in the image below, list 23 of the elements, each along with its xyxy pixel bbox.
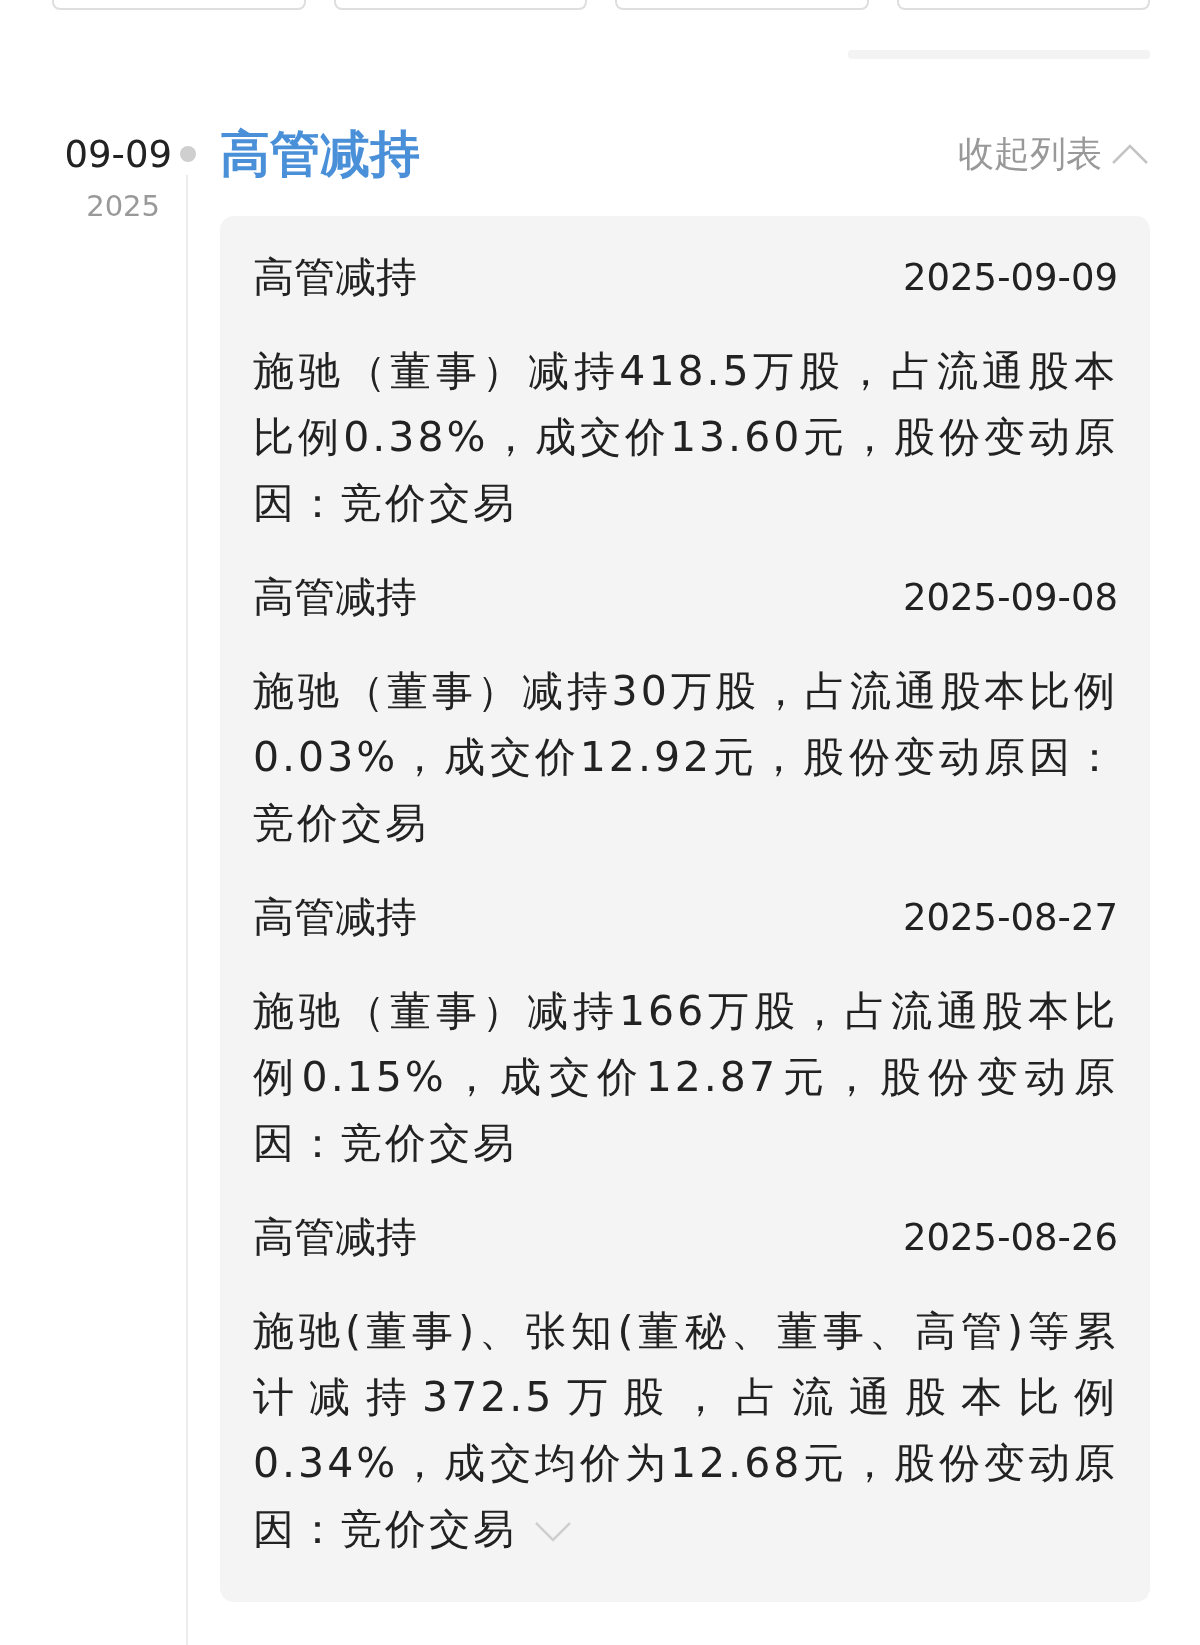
group-title: 高管减持 bbox=[220, 123, 420, 185]
chevron-down-icon[interactable] bbox=[533, 1520, 573, 1544]
record-description: 施驰（董事）减持418.5万股，占流通股本比例0.38%，成交价13.60元，股份变动原因：竞价交易 bbox=[253, 346, 1118, 529]
filter-button[interactable] bbox=[896, 0, 1150, 10]
record-date: 2025-09-09 bbox=[902, 255, 1118, 299]
filter-button[interactable] bbox=[615, 0, 869, 10]
record-date: 2025-08-27 bbox=[902, 895, 1118, 939]
chevron-up-icon bbox=[1110, 142, 1150, 166]
record-title: 高管减持 bbox=[253, 251, 417, 303]
record-title: 高管减持 bbox=[253, 1211, 417, 1263]
timeline-dot bbox=[180, 146, 196, 162]
record-date: 2025-08-26 bbox=[902, 1215, 1118, 1259]
record-description: 施驰(董事)、张知(董秘、董事、高管)等累计减持372.5万股，占流通股本比例0.34%，成交均价为12.68元，股份变动原因：竞价交易 bbox=[253, 1306, 1118, 1555]
timeline-year: 2025 bbox=[85, 189, 161, 223]
record-description: 施驰（董事）减持30万股，占流通股本比例0.03%，成交价12.92元，股份变动原因：竞价交易 bbox=[253, 666, 1118, 849]
collapse-list-button[interactable]: 收起列表 bbox=[958, 129, 1150, 179]
record-title: 高管减持 bbox=[253, 571, 417, 623]
filter-button[interactable] bbox=[52, 0, 306, 10]
timeline-date: 09-09 bbox=[64, 132, 172, 176]
record-date: 2025-09-08 bbox=[902, 575, 1118, 619]
filter-button[interactable] bbox=[333, 0, 587, 10]
record-title: 高管减持 bbox=[253, 891, 417, 943]
record-description: 施驰（董事）减持166万股，占流通股本比例0.15%，成交价12.87元，股份变动原因：竞价交易 bbox=[253, 986, 1118, 1169]
